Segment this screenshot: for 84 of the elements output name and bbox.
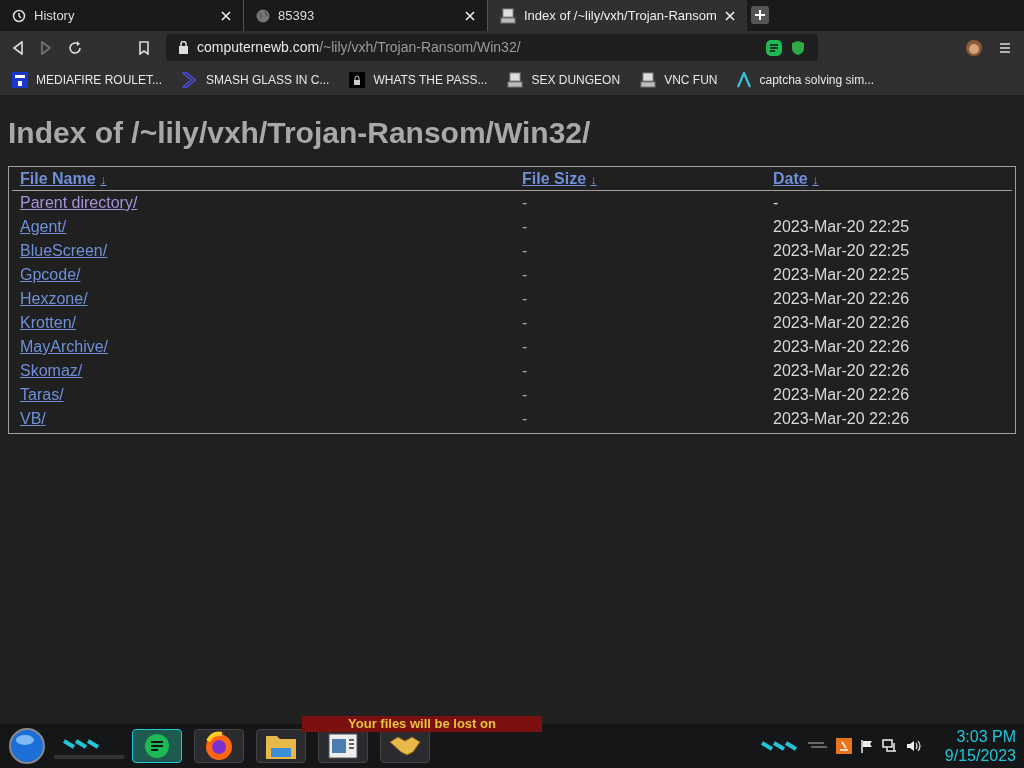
taskbar-app[interactable] (256, 729, 306, 763)
start-button[interactable] (8, 727, 46, 765)
file-date: 2023-Mar-20 22:25 (773, 218, 910, 235)
bookmark[interactable]: SEX DUNGEON (507, 70, 621, 89)
chevron-icon (182, 71, 199, 88)
flag-icon[interactable] (860, 739, 874, 753)
forward-icon[interactable] (40, 40, 52, 55)
file-size: - (522, 242, 528, 259)
sort-arrow[interactable]: ↓ (100, 172, 107, 187)
mf-logo-icon (12, 71, 28, 88)
computer-icon (507, 71, 524, 88)
file-date: - (773, 194, 779, 211)
sort-arrow[interactable]: ↓ (812, 172, 819, 187)
file-date: 2023-Mar-20 22:26 (773, 410, 910, 427)
clock-date[interactable]: 9/15/2023 (944, 746, 1016, 765)
bookmark[interactable]: VNC FUN (640, 70, 718, 89)
file-size: - (522, 410, 528, 427)
history-icon (12, 8, 26, 23)
bookmark[interactable]: MEDIAFIRE ROULET... (12, 70, 163, 89)
directory-link[interactable]: Krotten/ (20, 314, 77, 331)
address-bar[interactable]: computernewb.com/~lily/vxh/Trojan-Ransom/Win32/ (166, 34, 818, 61)
back-icon[interactable] (12, 40, 24, 55)
avatar-icon[interactable] (966, 39, 982, 56)
directory-link[interactable]: BlueScreen/ (20, 242, 108, 259)
show-hidden-icon[interactable] (806, 741, 828, 751)
reload-icon[interactable] (68, 40, 82, 55)
close-icon[interactable] (465, 10, 475, 21)
column-header-link[interactable]: File Name (20, 170, 96, 187)
close-icon[interactable] (221, 10, 231, 21)
taskbar-app[interactable] (194, 729, 244, 763)
chat-app-icon (144, 733, 170, 759)
directory-link[interactable]: Agent/ (20, 218, 67, 235)
file-size: - (522, 338, 528, 355)
directory-link[interactable]: MayArchive/ (20, 338, 109, 355)
shield-icon[interactable] (790, 39, 806, 56)
menu-icon[interactable] (998, 40, 1012, 55)
directory-link[interactable]: Skomaz/ (20, 362, 83, 379)
directory-link[interactable]: Parent directory/ (20, 194, 138, 211)
bookmark-icon[interactable] (138, 40, 150, 55)
file-date: 2023-Mar-20 22:25 (773, 242, 910, 259)
directory-link[interactable]: Taras/ (20, 386, 64, 403)
url-text: computernewb.com/~lily/vxh/Trojan-Ransom/Win32/ (197, 38, 521, 57)
globe-icon (256, 8, 270, 23)
document-window-icon (328, 733, 358, 759)
bookmark[interactable]: SMASH GLASS IN C... (182, 70, 330, 89)
file-size: - (522, 266, 528, 283)
file-size: - (522, 386, 528, 403)
network-icon[interactable] (882, 739, 898, 753)
file-date: 2023-Mar-20 22:25 (773, 266, 910, 283)
lock-icon (349, 71, 366, 88)
bookmark[interactable]: captcha solving sim... (737, 70, 875, 89)
file-size: - (522, 314, 528, 331)
bookmark[interactable]: WHATS THE PASS... (349, 70, 488, 89)
lock-icon (178, 41, 189, 54)
taskbar-app[interactable] (132, 729, 182, 763)
computer-icon (500, 7, 516, 24)
volume-icon[interactable] (906, 739, 922, 753)
file-size: - (522, 290, 528, 307)
directory-link[interactable]: VB/ (20, 410, 46, 427)
page-heading: Index of /~lily/vxh/Trojan-Ransom/Win32/ (8, 115, 592, 151)
file-size: - (522, 194, 528, 211)
tray-app-icon[interactable] (836, 738, 852, 754)
new-tab-icon[interactable] (750, 6, 769, 24)
clock-time[interactable]: 3:03 PM (956, 727, 1016, 746)
computer-icon (640, 71, 657, 88)
lambda-icon (737, 71, 752, 88)
file-date: 2023-Mar-20 22:26 (773, 314, 910, 331)
firefox-icon (204, 731, 234, 761)
window-title: Your files will be lost on (348, 716, 496, 732)
column-header-link[interactable]: Date (773, 170, 808, 187)
file-size: - (522, 218, 528, 235)
directory-link[interactable]: Gpcode/ (20, 266, 81, 283)
chat-extension-icon[interactable] (766, 39, 782, 56)
file-date: 2023-Mar-20 22:26 (773, 386, 910, 403)
sort-arrow[interactable]: ↓ (590, 172, 597, 187)
column-header-link[interactable]: File Size (522, 170, 587, 187)
directory-link[interactable]: Hexzone/ (20, 290, 88, 307)
browser-tab[interactable]: Index of /~lily/vxh/Trojan-Ransom (488, 0, 747, 31)
close-icon[interactable] (724, 10, 735, 21)
file-date: 2023-Mar-20 22:26 (773, 362, 910, 379)
file-date: 2023-Mar-20 22:26 (773, 290, 910, 307)
decoration-drawing (760, 741, 798, 751)
file-date: 2023-Mar-20 22:26 (773, 338, 910, 355)
file-size: - (522, 362, 528, 379)
